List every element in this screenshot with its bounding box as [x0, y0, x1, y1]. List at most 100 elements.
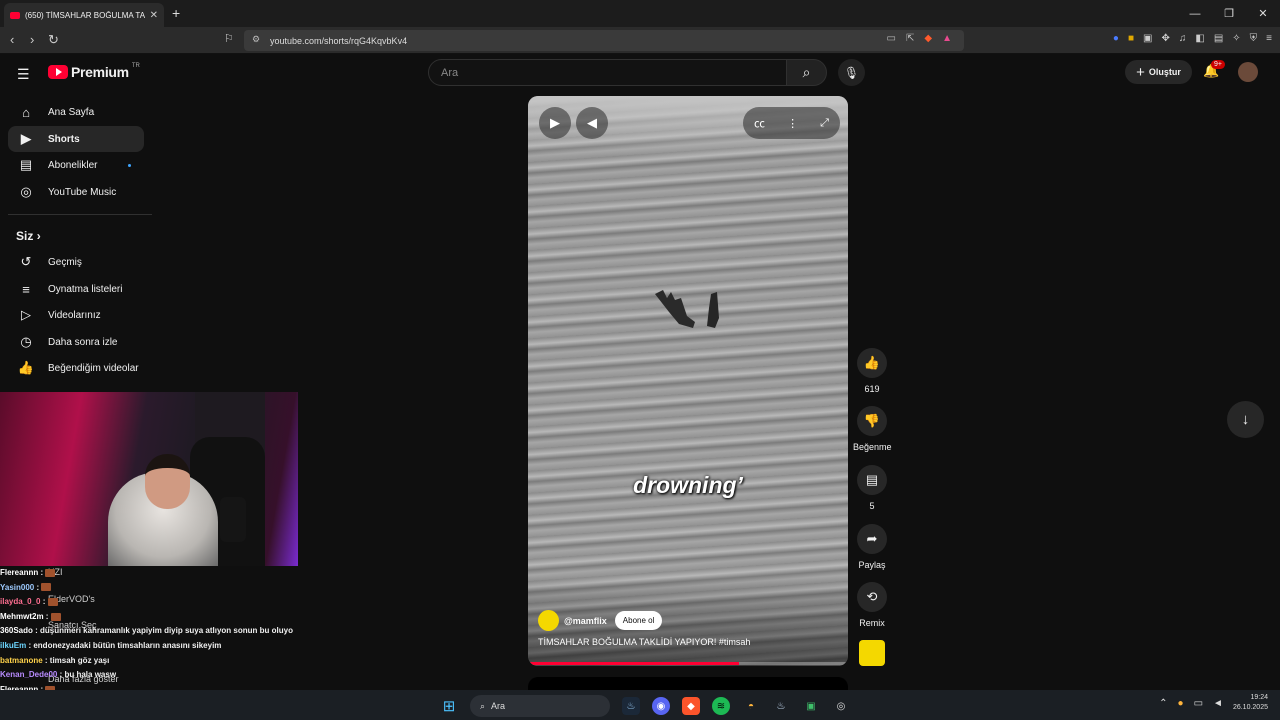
comment-action: ▤ 5 — [853, 465, 891, 511]
steam-icon[interactable]: ♨ — [772, 697, 790, 715]
steam-icon[interactable]: ♨ — [622, 697, 640, 715]
app-icon[interactable]: ◓ — [742, 697, 760, 715]
wallet-icon[interactable]: ▤ — [1214, 33, 1223, 44]
extension-icon[interactable]: ■ — [1128, 33, 1134, 44]
chat-text: timsah göz yaşı — [49, 655, 110, 665]
sidebar-item-playlists[interactable]: ≡ Oynatma listeleri — [8, 276, 144, 302]
discord-icon[interactable]: ◉ — [652, 697, 670, 715]
create-button[interactable]: + Oluştur — [1125, 60, 1192, 84]
extension-icon[interactable]: ▣ — [1143, 33, 1152, 44]
back-icon[interactable]: ‹ — [10, 32, 14, 47]
channel-row: @mamflix Abone ol — [538, 610, 663, 631]
vpn-icon[interactable]: ⛨ — [1250, 33, 1258, 44]
xbox-icon[interactable]: ▣ — [802, 697, 820, 715]
play-button[interactable]: ▶ — [539, 107, 571, 139]
chevron-up-icon[interactable]: ⌃ — [1159, 698, 1167, 709]
brave-shield-icon[interactable]: ◆ — [924, 33, 932, 44]
fullscreen-icon[interactable]: ⤢ — [820, 117, 829, 130]
channel-thumbnail[interactable] — [859, 640, 885, 666]
video-caption: drowning’ — [633, 472, 743, 498]
avatar[interactable] — [1238, 62, 1258, 82]
sidebar-item-your-videos[interactable]: ▷ Videolarınız — [8, 302, 144, 328]
search-input[interactable]: Ara — [428, 59, 787, 86]
site-info-icon[interactable]: ⚙ — [252, 34, 260, 45]
tab-close-icon[interactable]: ✕ — [150, 10, 158, 21]
bookmark-icon[interactable]: ⚐ — [224, 32, 234, 45]
extensions-puzzle-icon[interactable]: ✥ — [1161, 33, 1169, 44]
browser-menu-icon[interactable]: ≡ — [1266, 33, 1272, 44]
emote-icon — [41, 583, 52, 592]
sidebar-item-home[interactable]: ⌂ Ana Sayfa — [8, 99, 144, 125]
forward-icon[interactable]: › — [30, 32, 34, 47]
reload-icon[interactable]: ↻ — [48, 32, 59, 48]
chat-username[interactable]: Flereannn — [0, 568, 38, 577]
shorts-player[interactable]: ▶ ◀ ㏄ ⋮ ⤢ drowning’ @mamflix Abone ol Tİ… — [528, 96, 848, 666]
share-action: ➦ Paylaş — [853, 524, 891, 570]
network-icon[interactable]: ▭ — [1194, 698, 1203, 709]
chat-message: ilkuEm : endonezyadaki bütün timsahların… — [0, 640, 222, 650]
chat-username[interactable]: 360Sado — [0, 626, 33, 635]
captions-icon[interactable]: ㏄ — [754, 115, 765, 131]
chat-message: 360Sado : düşünmeri kahramanlık yapiyim … — [0, 626, 293, 636]
siz-section-header[interactable]: Siz › — [16, 229, 41, 243]
volume-button[interactable]: ◀ — [576, 107, 608, 139]
chat-username[interactable]: Yasin000 — [0, 583, 34, 592]
minimize-button[interactable]: — — [1178, 0, 1212, 27]
brave-rewards-icon[interactable]: ▲ — [942, 33, 952, 44]
chat-username[interactable]: ilkuEm — [0, 641, 26, 650]
cast-icon[interactable]: ▭ — [887, 33, 896, 44]
sidebar-item-youtube-music[interactable]: ◎ YouTube Music — [8, 179, 144, 205]
youtube-premium-logo[interactable]: Premium TR — [48, 63, 140, 80]
sidebar-item-shorts[interactable]: ▶ Shorts — [8, 126, 144, 152]
obs-icon[interactable]: ◎ — [832, 697, 850, 715]
taskbar-search[interactable]: ⌕ Ara — [470, 695, 610, 717]
chat-message: Kenan_Dede00 : bu hala wasw — [0, 670, 117, 680]
subscribe-button[interactable]: Abone ol — [614, 611, 663, 630]
windows-start-icon[interactable]: ⊞ — [440, 697, 458, 715]
chat-username[interactable]: batmanone — [0, 656, 43, 665]
close-window-button[interactable]: ✕ — [1246, 0, 1280, 27]
share-button[interactable]: ➦ — [857, 524, 887, 554]
progress-bar[interactable] — [528, 662, 848, 665]
chat-username[interactable]: Mehmwt2m — [0, 612, 44, 621]
more-options-icon[interactable]: ⋮ — [787, 117, 798, 130]
sidebar-item-liked-videos[interactable]: 👍 Beğendiğim videolar — [8, 355, 144, 381]
remix-icon: ⟲ — [866, 589, 878, 604]
home-icon: ⌂ — [22, 104, 30, 120]
hamburger-menu-icon[interactable]: ☰ — [17, 66, 30, 83]
comments-button[interactable]: ▤ — [857, 465, 887, 495]
search-button[interactable]: ⌕ — [786, 59, 827, 86]
your-videos-icon: ▷ — [21, 307, 31, 322]
sidebar-item-watch-later[interactable]: ◷ Daha sonra izle — [8, 329, 144, 355]
browser-tab[interactable]: (650) TİMSAHLAR BOĞULMA TA ✕ — [4, 3, 164, 27]
address-bar[interactable]: ⚙ youtube.com/shorts/rqG4KqvbKv4 ▭ ⇱ ◆ ▲ — [244, 30, 964, 51]
channel-avatar[interactable] — [538, 610, 559, 631]
speaker-icon[interactable]: ◄ — [1213, 698, 1223, 709]
leo-ai-icon[interactable]: ✧ — [1232, 33, 1240, 44]
sidebar-item-subscriptions[interactable]: ▤ Abonelikler — [8, 152, 144, 178]
remix-button[interactable]: ⟲ — [857, 582, 887, 612]
short-title[interactable]: TİMSAHLAR BOĞULMA TAKLİDİ YAPIYOR! #tims… — [538, 637, 750, 647]
share-icon[interactable]: ⇱ — [906, 33, 914, 44]
chat-username[interactable]: Kenan_Dede00 — [0, 670, 57, 679]
emote-icon — [50, 612, 61, 621]
microphone-tray-icon[interactable]: ● — [1178, 698, 1184, 709]
media-icon[interactable]: ♫ — [1179, 33, 1187, 44]
sidebar-item-history[interactable]: ↺ Geçmiş — [8, 249, 144, 275]
next-video-button[interactable]: ↓ — [1227, 401, 1264, 438]
brave-icon[interactable]: ◆ — [682, 697, 700, 715]
maximize-button[interactable]: ❐ — [1212, 0, 1246, 27]
dislike-button[interactable]: 👎 — [857, 406, 887, 436]
like-button[interactable]: 👍 — [857, 348, 887, 378]
chat-username[interactable]: ilayda_0_0 — [0, 597, 40, 606]
search-icon: ⌕ — [480, 700, 486, 711]
sidebar-icon[interactable]: ◧ — [1195, 33, 1204, 44]
new-tab-button[interactable]: + — [172, 5, 180, 21]
extension-icon[interactable]: ● — [1113, 33, 1119, 44]
clock[interactable]: 19:24 26.10.2025 — [1233, 693, 1268, 713]
voice-search-button[interactable]: 🎙 — [838, 59, 865, 86]
notification-badge: 9+ — [1211, 60, 1225, 69]
spotify-icon[interactable]: ≋ — [712, 697, 730, 715]
new-content-dot — [128, 164, 131, 167]
channel-name[interactable]: @mamflix — [564, 616, 607, 626]
